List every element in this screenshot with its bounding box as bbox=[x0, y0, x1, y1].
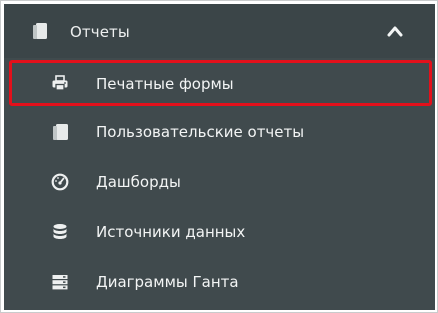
menu-item-dashboards[interactable]: Дашборды bbox=[4, 158, 435, 208]
menu-item-gantt-charts[interactable]: Диаграммы Ганта bbox=[4, 258, 435, 308]
menu-item-label: Дашборды bbox=[96, 173, 181, 191]
reports-section-header[interactable]: Отчеты bbox=[4, 4, 435, 58]
database-icon bbox=[53, 224, 67, 239]
server-stack-icon bbox=[52, 275, 68, 290]
sidebar-menu: Отчеты Печатные формы Пользовательские о… bbox=[4, 4, 435, 310]
report-icon bbox=[33, 23, 47, 39]
chevron-up-icon[interactable] bbox=[386, 24, 404, 38]
window-frame: Отчеты Печатные формы Пользовательские о… bbox=[0, 0, 438, 313]
menu-item-label: Печатные формы bbox=[96, 75, 234, 93]
section-title: Отчеты bbox=[70, 23, 130, 41]
menu-item-custom-reports[interactable]: Пользовательские отчеты bbox=[4, 108, 435, 158]
menu-item-data-sources[interactable]: Источники данных bbox=[4, 208, 435, 258]
menu-item-label: Пользовательские отчеты bbox=[96, 123, 305, 141]
menu-item-label: Диаграммы Ганта bbox=[96, 273, 239, 291]
report-icon bbox=[53, 124, 68, 140]
menu-item-label: Источники данных bbox=[96, 223, 246, 241]
dashboard-gauge-icon bbox=[51, 173, 69, 191]
printer-icon bbox=[52, 75, 68, 91]
menu-item-print-forms[interactable]: Печатные формы bbox=[9, 60, 432, 106]
